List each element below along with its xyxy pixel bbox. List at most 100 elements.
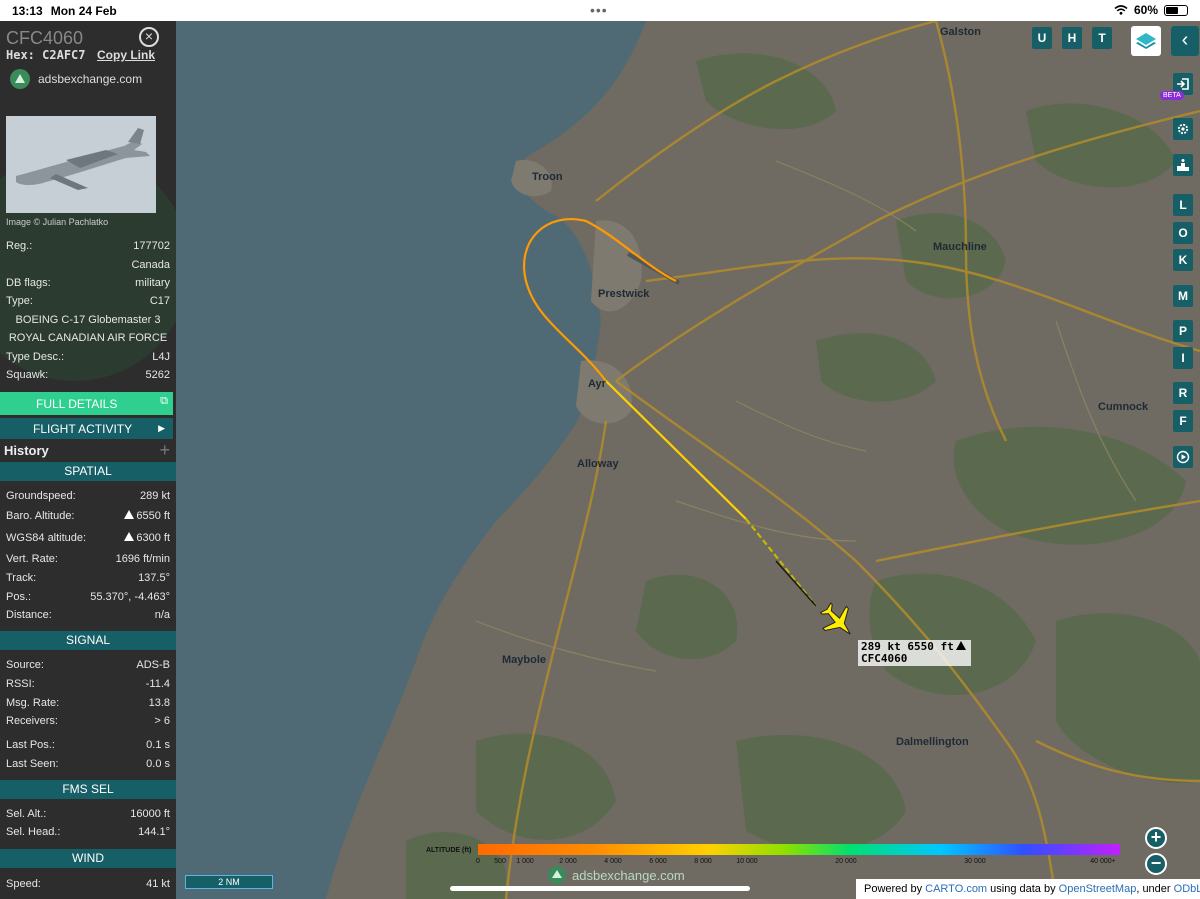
receivers-label: Receivers: (6, 715, 58, 727)
rssi-value: -11.4 (145, 678, 170, 690)
toggle-p-button[interactable]: P (1173, 320, 1193, 342)
wgs84-altitude-label: WGS84 altitude: (6, 532, 87, 544)
aircraft-map-label[interactable]: 289 kt 6550 ft CFC4060 (858, 640, 971, 666)
altitude-legend: ALTITUDE (ft) 0 500 1 000 2 000 4 000 6 000 8 … (423, 842, 1123, 868)
aircraft-photo-image (6, 116, 156, 213)
flight-activity-button[interactable]: FLIGHT ACTIVITY ▶ (0, 418, 173, 439)
distance-label: Distance: (6, 609, 52, 621)
toggle-o-button[interactable]: O (1173, 222, 1193, 244)
source-site: adsbexchange.com (38, 72, 143, 86)
baro-altitude-row: Baro. Altitude: 6550 ft (6, 510, 170, 528)
caret-right-icon: ▶ (158, 423, 165, 433)
flight-activity-label: FLIGHT ACTIVITY (33, 422, 133, 436)
leaderboard-button[interactable] (1173, 154, 1193, 176)
expand-plus-icon[interactable]: + (159, 440, 170, 461)
legend-title: ALTITUDE (ft) (426, 847, 472, 854)
home-indicator[interactable] (450, 886, 750, 891)
vert-rate-value: 1696 ft/min (115, 553, 170, 565)
wind-speed-label: Speed: (6, 878, 41, 890)
receivers-row: Receivers: > 6 (6, 715, 170, 733)
copy-link[interactable]: Copy Link (97, 48, 155, 62)
map-canvas[interactable] (176, 19, 1200, 899)
full-details-button[interactable]: FULL DETAILS ⧉ (0, 392, 173, 415)
odbl-link[interactable]: ODbL (1174, 883, 1200, 895)
place-label-galston: Galston (940, 26, 981, 38)
settings-button[interactable] (1173, 118, 1193, 140)
climbing-icon (124, 510, 135, 519)
aircraft-photo[interactable] (6, 116, 156, 213)
signal-section-header[interactable]: SIGNAL (0, 631, 176, 650)
collapse-sidebar-button[interactable]: ‹ (1171, 26, 1199, 56)
chevron-left-icon: ‹ (1181, 29, 1189, 51)
carto-link[interactable]: CARTO.com (925, 883, 987, 895)
track-label: Track: (6, 572, 37, 584)
last-pos-label: Last Pos.: (6, 739, 55, 751)
position-value: 55.370°, -4.463° (90, 591, 170, 603)
history-heading[interactable]: History (4, 443, 49, 458)
baro-altitude-label: Baro. Altitude: (6, 510, 75, 522)
reg-row: Reg.: 177702 (6, 240, 170, 258)
zoom-out-button[interactable]: − (1145, 853, 1167, 875)
sel-head-label: Sel. Head.: (6, 826, 61, 838)
track-row: Track: 137.5° (6, 572, 170, 590)
toggle-k-button[interactable]: K (1173, 249, 1193, 271)
toggle-r-button[interactable]: R (1173, 382, 1193, 404)
multitasking-dots-icon[interactable]: ••• (590, 2, 608, 18)
spatial-section-header[interactable]: SPATIAL (0, 462, 176, 481)
toggle-t-button[interactable]: T (1092, 27, 1112, 49)
legend-tick: 10 000 (736, 858, 758, 865)
groundspeed-label: Groundspeed: (6, 490, 76, 502)
attribution-text: Powered by (864, 883, 926, 895)
sel-head-row: Sel. Head.: 144.1° (6, 826, 170, 844)
podium-icon (1177, 159, 1189, 171)
dbflags-row: DB flags: military (6, 277, 170, 295)
wind-section-header[interactable]: WIND (0, 849, 176, 868)
wgs84-altitude-value: 6300 ft (124, 532, 170, 544)
wifi-icon (1114, 5, 1128, 15)
replay-icon (1176, 450, 1190, 464)
toggle-u-button[interactable]: U (1032, 27, 1052, 49)
sel-alt-label: Sel. Alt.: (6, 808, 47, 820)
replay-button[interactable] (1173, 446, 1193, 468)
rssi-row: RSSI: -11.4 (6, 678, 170, 696)
last-seen-row: Last Seen: 0.0 s (6, 758, 170, 776)
toggle-f-button[interactable]: F (1173, 410, 1193, 432)
legend-tick: 500 (494, 858, 506, 865)
legend-tick: 1 000 (516, 858, 534, 865)
toggle-l-button[interactable]: L (1173, 194, 1193, 216)
last-pos-value: 0.1 s (146, 739, 170, 751)
last-pos-row: Last Pos.: 0.1 s (6, 739, 170, 757)
place-label-cumnock: Cumnock (1098, 401, 1149, 413)
receivers-value: > 6 (154, 715, 170, 727)
msg-rate-row: Msg. Rate: 13.8 (6, 697, 170, 715)
legend-tick: 8 000 (694, 858, 712, 865)
toggle-h-button[interactable]: H (1062, 27, 1082, 49)
login-icon (1177, 78, 1189, 90)
map-view[interactable]: Galston Troon Mauchline Prestwick Ayr Cu… (176, 19, 1200, 899)
distance-row: Distance: n/a (6, 609, 170, 627)
hex-line: Hex: C2AFC7 (6, 48, 86, 62)
type-row: Type: C17 (6, 295, 170, 313)
zoom-in-button[interactable]: + (1145, 827, 1167, 849)
layers-button[interactable] (1131, 26, 1161, 56)
source-label: Source: (6, 659, 44, 671)
close-button[interactable]: × (139, 27, 159, 47)
typedesc-row: Type Desc.: L4J (6, 351, 170, 369)
last-seen-label: Last Seen: (6, 758, 59, 770)
fms-section-header[interactable]: FMS SEL (0, 780, 176, 799)
toggle-m-button[interactable]: M (1173, 285, 1193, 307)
baro-altitude-value: 6550 ft (124, 510, 170, 522)
position-row: Pos.: 55.370°, -4.463° (6, 591, 170, 609)
full-details-label: FULL DETAILS (36, 397, 118, 411)
place-label-prestwick: Prestwick (598, 288, 650, 300)
sel-alt-row: Sel. Alt.: 16000 ft (6, 808, 170, 826)
toggle-i-button[interactable]: I (1173, 347, 1193, 369)
osm-link[interactable]: OpenStreetMap (1059, 883, 1137, 895)
watermark-text: adsbexchange.com (572, 867, 685, 883)
attribution-text: using data by (987, 883, 1059, 895)
source-link[interactable]: adsbexchange.com (10, 69, 142, 89)
place-label-mauchline: Mauchline (933, 241, 987, 253)
wind-speed-value: 41 kt (146, 878, 170, 890)
climbing-icon (124, 532, 135, 541)
dbflags-label: DB flags: (6, 277, 51, 289)
